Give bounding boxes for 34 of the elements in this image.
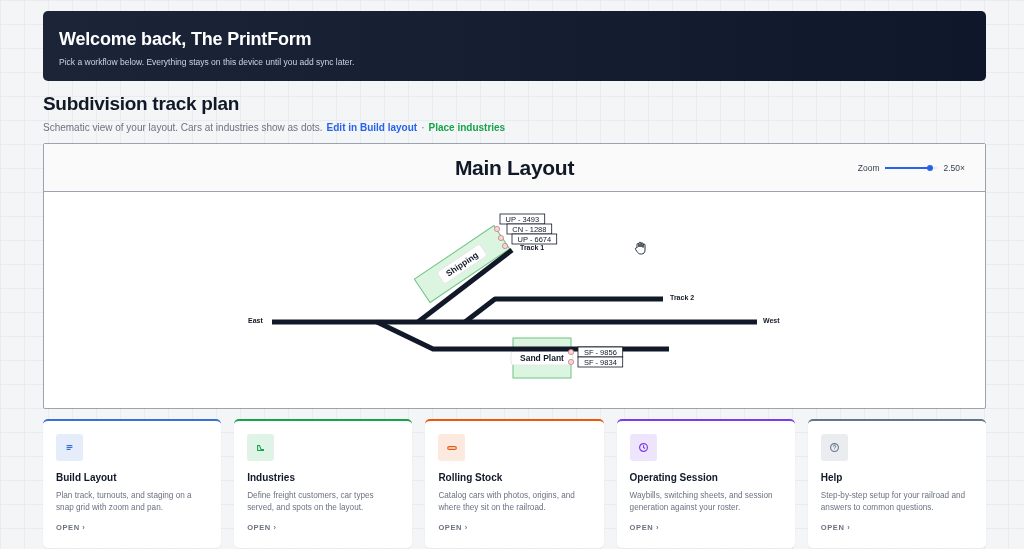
card-description: Catalog cars with photos, origins, and where they sit on the railroad. [438,490,576,514]
card-title: Build Layout [56,472,118,483]
card-description: Define freight customers, car types served, and spots on the layout. [247,490,375,514]
zoom-reading: 2.50× [943,162,965,173]
card-description: Step-by-step setup for your railroad and answers to common questions. [820,490,967,514]
car-dot[interactable] [568,349,574,355]
map-title: Main Layout [454,155,575,180]
railcar-icon [446,445,457,450]
zoom-label: Zoom [857,162,880,173]
grab-cursor-icon [634,241,646,255]
card-title: Rolling Stock [438,472,504,483]
welcome-subtitle: Pick a workflow below. Everything stays on this device until you add sync later. [59,57,356,67]
card-title: Operating Session [629,472,719,483]
lines-icon [66,445,73,450]
card-description: Waybills, switching sheets, and session generation against your roster. [629,490,774,514]
card-title: Industries [247,472,296,483]
car-dot[interactable] [494,226,500,232]
zoom-slider[interactable] [885,166,938,169]
help-icon [829,443,839,452]
link[interactable]: Place industries [428,122,506,133]
separator-dot: · [421,122,425,133]
factory-icon [257,444,265,451]
car-dot[interactable] [498,235,504,241]
industry-name: Sand Plant [520,353,564,363]
section-title: Subdivision track plan [43,93,241,115]
card-description: Plan track, turnouts, and staging on a snap grid with zoom and pan. [56,490,193,514]
card-title: Help [820,472,844,483]
car-dot[interactable] [568,359,574,365]
clock-icon [638,443,648,452]
link[interactable]: Edit in Build layout [326,122,418,133]
section-subtitle: Schematic view of your layout. Cars at industries show as dots. [43,122,323,133]
welcome-title: Welcome back, The PrintForm [59,29,313,50]
car-dot[interactable] [502,243,508,249]
slider-thumb[interactable] [926,164,933,171]
